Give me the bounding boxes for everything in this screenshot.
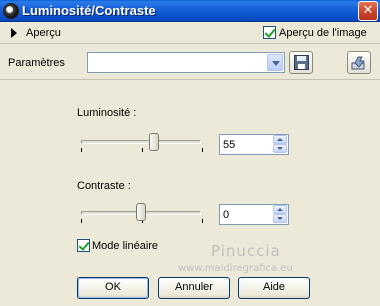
brightness-value[interactable]: 55 <box>223 139 235 151</box>
app-icon <box>3 3 19 19</box>
watermark-title: Pinuccia <box>211 242 281 260</box>
reset-preset-button[interactable] <box>347 51 371 74</box>
brightness-up-arrow-icon[interactable] <box>273 135 287 144</box>
contrast-spinbox[interactable]: 0 <box>219 204 289 225</box>
dropdown-arrow-icon[interactable] <box>267 54 283 71</box>
presets-dropdown[interactable] <box>87 52 285 73</box>
brightness-down-arrow-icon[interactable] <box>273 144 287 153</box>
contrast-slider-thumb[interactable] <box>136 203 146 221</box>
brightness-spinbox[interactable]: 55 <box>219 134 289 155</box>
ok-button[interactable]: OK <box>77 277 149 299</box>
preset-options-icon <box>351 56 365 70</box>
close-button[interactable]: ✕ <box>358 1 378 21</box>
cancel-button[interactable]: Annuler <box>158 277 230 299</box>
linear-mode-checkbox[interactable] <box>77 239 90 252</box>
watermark-url: www.maidiregrafica.eu <box>178 263 293 274</box>
brightness-slider-ticks <box>81 148 203 152</box>
save-preset-button[interactable] <box>289 51 313 74</box>
image-preview-checkbox[interactable] <box>263 26 276 39</box>
brightness-slider-track[interactable] <box>81 140 201 144</box>
title-bar[interactable]: Luminosité/Contraste ✕ <box>0 0 380 22</box>
expand-arrow-icon[interactable] <box>11 28 17 38</box>
help-button[interactable]: Aide <box>238 277 310 299</box>
image-preview-label[interactable]: Aperçu de l'image <box>279 27 367 39</box>
preview-toggle-label[interactable]: Aperçu <box>26 27 61 39</box>
presets-label: Paramètres <box>8 57 65 69</box>
linear-mode-label[interactable]: Mode linéaire <box>92 240 158 252</box>
contrast-up-arrow-icon[interactable] <box>273 205 287 214</box>
contrast-value[interactable]: 0 <box>223 209 229 221</box>
brightness-label: Luminosité : <box>77 107 137 119</box>
floppy-disk-icon <box>294 55 309 70</box>
brightness-slider-thumb[interactable] <box>148 133 159 151</box>
contrast-down-arrow-icon[interactable] <box>273 214 287 223</box>
window-title: Luminosité/Contraste <box>22 3 156 18</box>
contrast-label: Contraste : <box>77 180 131 192</box>
dialog-window: Luminosité/Contraste ✕ Aperçu Aperçu de … <box>0 0 380 306</box>
